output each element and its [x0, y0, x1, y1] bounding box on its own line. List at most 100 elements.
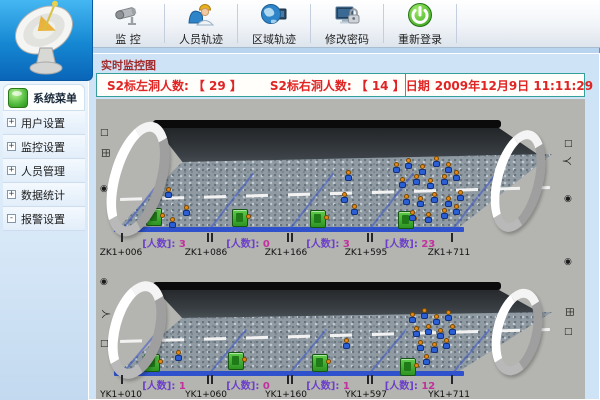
main-panel: 实时监控图 S2标左洞人数: 【 29 】 S2标右洞人数: 【 14 】 日期… [88, 53, 600, 400]
section-count-label: [人数]: 0 [226, 235, 270, 250]
sidebar-item-alarm-settings[interactable]: - 报警设置 [3, 207, 85, 231]
sidebar-item-monitor-settings[interactable]: + 监控设置 [3, 135, 85, 159]
station-label: YK1+160 [265, 390, 307, 399]
date-value: 2009年12月9日 11:11:29 [435, 77, 593, 94]
station-label: YK1+711 [428, 390, 470, 399]
right-tunnel-count-value: 【 14 】 [356, 77, 405, 94]
sidebar-item-label: 人员管理 [21, 163, 65, 179]
viewer-marker: 人 [100, 309, 110, 318]
expand-icon[interactable]: + [7, 118, 16, 127]
system-menu-title: 系统菜单 [33, 90, 77, 106]
person-marker [168, 217, 177, 229]
station-tick [451, 375, 453, 384]
reader-device [228, 352, 244, 370]
section-count-label: [人数]: 0 [226, 377, 270, 392]
person-marker [420, 308, 429, 320]
toolbar-button-area-track[interactable]: 区域轨迹 [238, 0, 310, 47]
person-marker [404, 158, 413, 170]
person-marker [164, 187, 173, 199]
expand-icon[interactable]: + [7, 190, 16, 199]
station-tick [121, 233, 123, 242]
sidebar-item-data-statistics[interactable]: + 数据统计 [3, 183, 85, 207]
section-count-label: [人数]: 1 [306, 377, 350, 392]
person-marker [416, 196, 425, 208]
station-tick [371, 233, 373, 242]
person-marker [456, 190, 465, 202]
station-tick [211, 375, 213, 384]
viewer-marker: ◉ [100, 277, 108, 287]
station-tick [287, 375, 289, 384]
application-window: 监 控 人员轨迹 [0, 0, 600, 400]
reader-device [312, 354, 328, 372]
tunnel-counts-cell: S2标左洞人数: 【 29 】 S2标右洞人数: 【 14 】 [97, 74, 405, 96]
person-marker [392, 162, 401, 174]
person-marker [344, 170, 353, 182]
toolbar-button-monitor[interactable]: 监 控 [92, 0, 164, 47]
viewer-marker: □ [100, 128, 109, 138]
toolbar-button-change-password[interactable]: 修改密码 [311, 0, 383, 47]
sidebar: 系统菜单 + 用户设置 + 监控设置 + 人员管理 + 数据统计 - 报警设置 [0, 80, 89, 400]
tunnel-crown-bar [153, 120, 501, 128]
reader-device [232, 209, 248, 227]
person-marker [440, 208, 449, 220]
person-marker [408, 210, 417, 222]
expand-icon[interactable]: + [7, 142, 16, 151]
reader-device [400, 358, 416, 376]
viewer-marker: □ [564, 139, 573, 149]
viewer-marker: ◉ [564, 257, 572, 267]
station-tick [367, 375, 369, 384]
person-marker [432, 314, 441, 326]
viewer-marker: 人 [564, 156, 574, 165]
left-tunnel-count-value: 【 29 】 [193, 77, 242, 94]
section-count-label: [人数]: 3 [306, 235, 350, 250]
expand-icon[interactable]: - [7, 214, 16, 223]
toolbar-separator [456, 4, 457, 43]
date-label: 日期 [406, 77, 430, 94]
station-tick [207, 375, 209, 384]
station-label: YK1+597 [345, 390, 387, 399]
tunnel-crown-bar [153, 282, 501, 290]
date-cell: 日期 2009年12月9日 11:11:29 [405, 74, 593, 96]
status-bar: S2标左洞人数: 【 29 】 S2标右洞人数: 【 14 】 日期 2009年… [96, 73, 585, 97]
system-menu-header: 系统菜单 [3, 84, 85, 111]
toolbar-button-label: 监 控 [115, 31, 141, 47]
sidebar-item-label: 报警设置 [21, 211, 65, 227]
expand-icon[interactable]: + [7, 166, 16, 175]
person-marker [444, 310, 453, 322]
person-marker [408, 312, 417, 324]
password-icon [332, 0, 362, 30]
person-marker [412, 174, 421, 186]
app-logo-panel [0, 0, 93, 81]
person-marker [440, 174, 449, 186]
relogin-icon [405, 0, 435, 30]
sidebar-item-personnel-mgmt[interactable]: + 人员管理 [3, 159, 85, 183]
sidebar-item-label: 用户设置 [21, 115, 65, 131]
person-marker [432, 156, 441, 168]
person-marker [442, 338, 451, 350]
camera-icon [113, 0, 143, 30]
person-marker [452, 170, 461, 182]
person-marker [416, 340, 425, 352]
right-tunnel-count-label: S2标右洞人数: [270, 77, 352, 94]
toolbar-button-relogin[interactable]: 重新登录 [384, 0, 456, 47]
person-marker [174, 350, 183, 362]
toolbar-button-person-track[interactable]: 人员轨迹 [165, 0, 237, 47]
section-count-label: [人数]: 3 [142, 235, 186, 250]
station-tick [291, 233, 293, 242]
right-tunnel-diagram: [人数]: 1[人数]: 0[人数]: 1[人数]: 12YK1+010YK1+… [106, 266, 585, 399]
toolbar-button-label: 重新登录 [398, 31, 442, 47]
person-marker [182, 205, 191, 217]
tab-realtime-monitor[interactable]: 实时监控图 [101, 57, 156, 73]
station-label: ZK1+166 [265, 248, 308, 258]
person-marker [340, 192, 349, 204]
viewer-marker: 田 [100, 148, 110, 157]
sidebar-item-user-settings[interactable]: + 用户设置 [3, 111, 85, 135]
person-marker [398, 177, 407, 189]
sidebar-item-label: 监控设置 [21, 139, 65, 155]
person-marker [430, 192, 439, 204]
toolbar-button-label: 区域轨迹 [252, 31, 296, 47]
toolbar-button-label: 人员轨迹 [179, 31, 223, 47]
station-tick [371, 375, 373, 384]
station-tick [367, 233, 369, 242]
satellite-dish-icon [0, 65, 92, 84]
